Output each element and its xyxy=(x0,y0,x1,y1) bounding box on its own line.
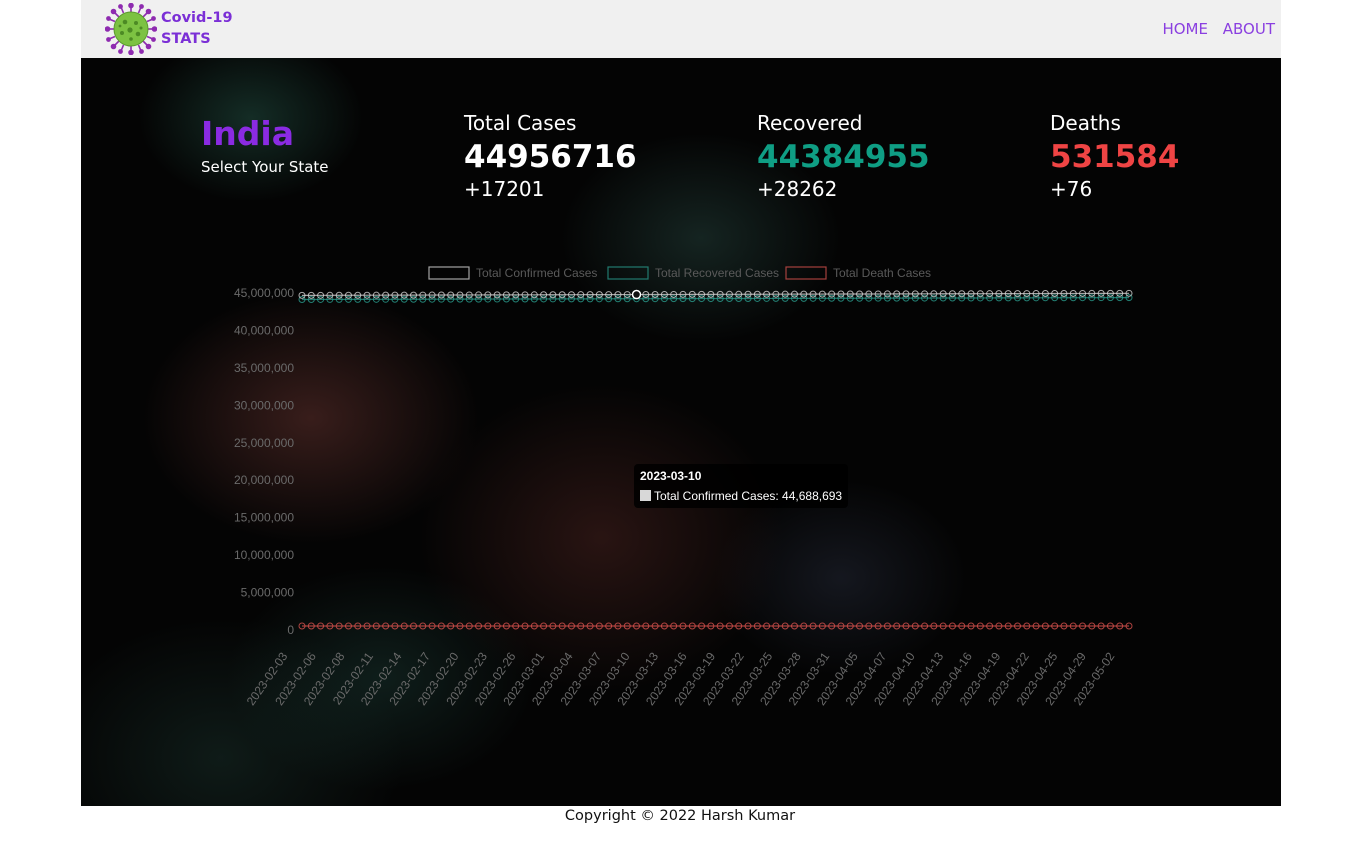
recovered-value: 44384955 xyxy=(757,139,930,175)
tooltip-swatch xyxy=(640,490,651,501)
y-tick-label: 40,000,000 xyxy=(234,323,294,337)
y-tick-label: 30,000,000 xyxy=(234,398,294,412)
navbar: Covid-19 STATS HOME ABOUT xyxy=(81,0,1281,58)
country-name: India xyxy=(201,114,294,153)
legend-swatch xyxy=(428,266,470,280)
dashboard-main: India Select Your State Total Cases 4495… xyxy=(81,58,1281,806)
deaths-label: Deaths xyxy=(1050,111,1121,135)
legend-swatch xyxy=(607,266,649,280)
y-tick-label: 35,000,000 xyxy=(234,361,294,375)
deaths-value: 531584 xyxy=(1050,139,1180,175)
brand-line-2: STATS xyxy=(161,31,211,47)
deaths-delta: +76 xyxy=(1050,177,1093,201)
brand-line-1: Covid-19 xyxy=(161,10,233,26)
total-cases-label: Total Cases xyxy=(464,111,577,135)
y-tick-label: 10,000,000 xyxy=(234,548,294,562)
nav-links: HOME ABOUT xyxy=(1152,20,1275,38)
total-cases-delta: +17201 xyxy=(464,177,545,201)
y-tick-label: 25,000,000 xyxy=(234,436,294,450)
stats-panel: India Select Your State Total Cases 4495… xyxy=(81,58,1281,258)
legend-swatch xyxy=(785,266,827,280)
nav-about-link[interactable]: ABOUT xyxy=(1223,20,1275,38)
total-cases-card: Total Cases 44956716 +17201 xyxy=(464,111,637,201)
deaths-card: Deaths 531584 +76 xyxy=(1050,111,1179,201)
recovered-card: Recovered 44384955 +28262 xyxy=(757,111,930,201)
y-tick-label: 15,000,000 xyxy=(234,511,294,525)
y-tick-label: 45,000,000 xyxy=(234,286,294,300)
legend-label: Total Confirmed Cases xyxy=(476,266,597,280)
cases-chart[interactable]: 0 5,000,000 10,000,000 15,000,000 20,000,000… xyxy=(81,253,1281,733)
virus-icon[interactable] xyxy=(104,2,158,56)
recovered-label: Recovered xyxy=(757,111,863,135)
y-tick-label: 20,000,000 xyxy=(234,473,294,487)
select-state-link[interactable]: Select Your State xyxy=(201,158,329,176)
y-tick-label: 5,000,000 xyxy=(241,586,295,600)
hovered-data-point xyxy=(631,289,642,300)
tooltip-label: Total Confirmed Cases: 44,688,693 xyxy=(654,489,843,503)
chart-tooltip: 2023-03-10 Total Confirmed Cases: 44,688… xyxy=(634,464,849,508)
brand-name[interactable]: Covid-19 STATS xyxy=(161,8,233,50)
legend-label: Total Death Cases xyxy=(833,266,931,280)
nav-home-link[interactable]: HOME xyxy=(1162,20,1208,38)
recovered-delta: +28262 xyxy=(757,177,838,201)
footer-copyright: Copyright © 2022 Harsh Kumar xyxy=(564,808,796,824)
tooltip-date: 2023-03-10 xyxy=(640,469,702,483)
total-cases-value: 44956716 xyxy=(464,139,637,175)
y-tick-label: 0 xyxy=(287,623,294,637)
legend-label: Total Recovered Cases xyxy=(655,266,779,280)
